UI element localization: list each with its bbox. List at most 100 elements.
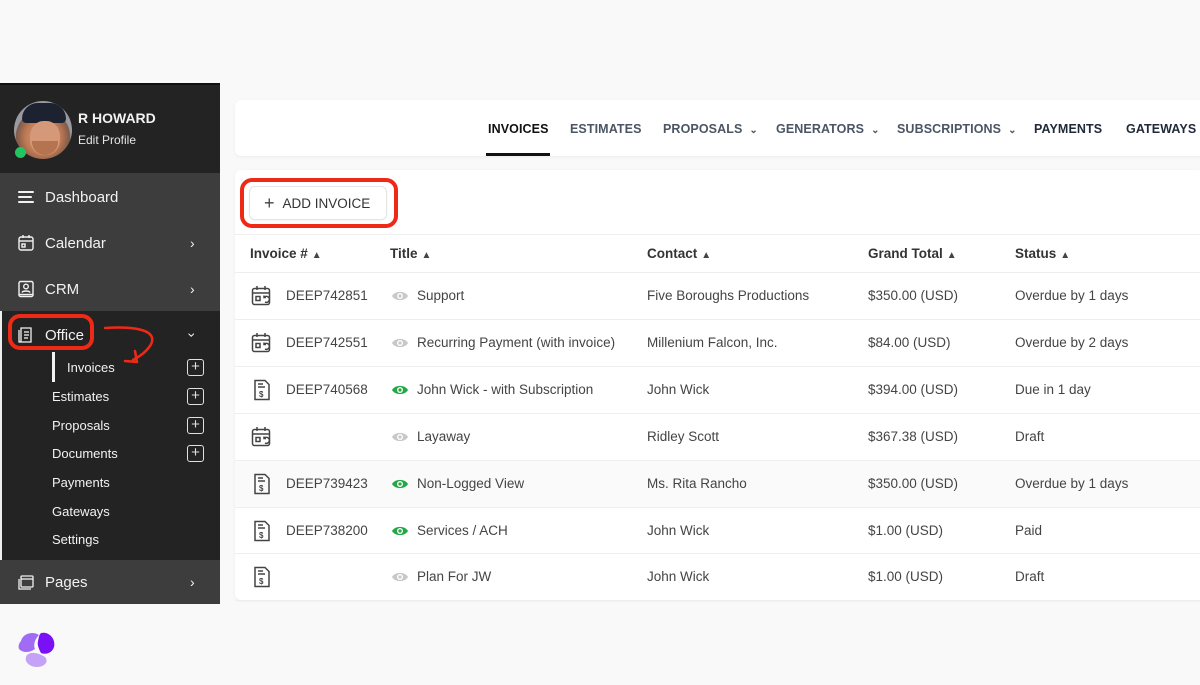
add-document-plus-icon[interactable]: + [187,445,204,462]
table-row[interactable]: $ DEEP740568 John Wick - with Subscription… [235,366,1200,413]
chevron-down-icon: ⌄ [1008,125,1017,136]
title-cell[interactable]: Plan For JW [417,569,491,584]
viewed-eye-icon [392,479,408,489]
title-cell[interactable]: Non-Logged View [417,476,524,491]
column-label: Invoice # [250,246,308,261]
sidebar-item-calendar[interactable]: Calendar › [0,220,220,266]
invoice-dollar-icon: $ [254,520,270,542]
brand-logo-icon [18,632,55,667]
contact-cell: Millenium Falcon, Inc. [647,335,778,350]
invoice-number-cell[interactable]: DEEP740568 [286,382,368,397]
sidebar-item-pages[interactable]: Pages › [0,559,220,605]
table-row[interactable]: $ Plan For JW John Wick $1.00 (USD) Draft [235,553,1200,600]
profile-section[interactable]: R HOWARD Edit Profile [0,85,220,173]
title-cell[interactable]: Support [417,288,464,303]
annotation-arrow-icon [103,326,154,364]
tab-label: SUBSCRIPTIONS [897,122,1002,136]
sort-icon: ▲︎ [701,250,712,261]
title-cell[interactable]: John Wick - with Subscription [417,382,593,397]
sidebar-subitem-estimates[interactable]: Estimates [52,389,109,404]
grand-total-cell: $350.00 (USD) [868,476,959,491]
sidebar-item-dashboard[interactable]: Dashboard [0,174,220,220]
office-highlight-annotation [8,314,94,350]
contact-cell: Ridley Scott [647,429,720,444]
status-cell: Draft [1015,429,1045,444]
pages-window-icon [18,575,34,590]
chevron-down-icon: ⌄ [749,125,758,136]
sort-icon: ▲︎ [946,250,957,261]
column-header-grand-total[interactable]: Grand Total ▲︎ [868,246,957,261]
sidebar-item-label: Calendar [45,234,106,252]
active-indicator [52,352,55,382]
status-cell: Due in 1 day [1015,382,1091,397]
status-cell: Overdue by 1 days [1015,476,1129,491]
table-row[interactable]: DEEP742551 Recurring Payment (with invoic… [235,319,1200,366]
sidebar-subitem-gateways[interactable]: Gateways [52,504,110,519]
invoice-number-cell[interactable]: DEEP739423 [286,476,368,491]
invoice-number-cell[interactable]: DEEP738200 [286,523,368,538]
grand-total-cell: $1.00 (USD) [868,523,944,538]
column-header-title[interactable]: Title ▲︎ [390,246,431,261]
recurring-invoice-icon [251,286,271,306]
tab-estimates[interactable]: ESTIMATES [570,122,642,136]
table-row[interactable]: $ DEEP738200 Services / ACH John Wick $1.00 … [235,507,1200,554]
grand-total-cell: $84.00 (USD) [868,335,951,350]
tab-label: PROPOSALS [663,122,743,136]
viewed-eye-icon [392,526,408,536]
not-viewed-eye-icon [392,338,408,348]
tab-subscriptions[interactable]: SUBSCRIPTIONS ⌄ [897,122,1017,136]
profile-name: R HOWARD [78,110,156,126]
add-invoice-highlight-annotation [240,178,398,228]
sidebar-item-crm[interactable]: CRM › [0,266,220,312]
grand-total-cell: $394.00 (USD) [868,382,959,397]
add-invoice-plus-icon[interactable]: + [187,359,204,376]
tab-gateways[interactable]: GATEWAYS [1126,122,1196,136]
invoice-number-cell[interactable]: DEEP742851 [286,288,368,303]
menu-lines-icon [18,191,34,203]
contact-cell: Five Boroughs Productions [647,288,810,303]
svg-text:$: $ [259,390,264,399]
chevron-right-icon: › [190,281,195,297]
title-cell[interactable]: Services / ACH [417,523,508,538]
sidebar-subitem-proposals[interactable]: Proposals [52,418,110,433]
recurring-invoice-icon [251,427,271,447]
sidebar-subitem-payments[interactable]: Payments [52,475,110,490]
table-row[interactable]: Layaway Ridley Scott $367.38 (USD) Draft [235,413,1200,460]
title-cell[interactable]: Recurring Payment (with invoice) [417,335,615,350]
status-cell: Overdue by 2 days [1015,335,1129,350]
tab-proposals[interactable]: PROPOSALS ⌄ [663,122,758,136]
table-row[interactable]: DEEP742851 Support Five Boroughs Productio… [235,272,1200,319]
column-label: Contact [647,246,698,261]
avatar-cap [22,103,66,123]
sort-icon: ▲︎ [1060,250,1071,261]
tab-generators[interactable]: GENERATORS ⌄ [776,122,880,136]
column-header-invoice-number[interactable]: Invoice # ▲︎ [250,246,322,261]
online-status-dot [15,147,26,158]
sidebar-subitem-documents[interactable]: Documents [52,446,118,461]
invoice-number-cell[interactable]: DEEP742551 [286,335,368,350]
column-header-status[interactable]: Status ▲︎ [1015,246,1070,261]
add-estimate-plus-icon[interactable]: + [187,388,204,405]
svg-text:$: $ [259,577,264,586]
chevron-down-icon: ⌄ [871,125,880,136]
column-header-contact[interactable]: Contact ▲︎ [647,246,711,261]
not-viewed-eye-icon [392,572,408,582]
calendar-icon [18,235,34,251]
sidebar-subitem-settings[interactable]: Settings [52,532,99,547]
column-label: Title [390,246,418,261]
tab-payments[interactable]: PAYMENTS [1034,122,1102,136]
status-cell: Paid [1015,523,1043,538]
table-row[interactable]: $ DEEP739423 Non-Logged View Ms. Rita Ranch… [235,460,1200,507]
sort-icon: ▲︎ [421,250,432,261]
add-proposal-plus-icon[interactable]: + [187,417,204,434]
title-cell[interactable]: Layaway [417,429,470,444]
invoice-dollar-icon: $ [254,379,270,401]
grand-total-cell: $367.38 (USD) [868,429,959,444]
not-viewed-eye-icon [392,291,408,301]
tab-invoices[interactable]: INVOICES [488,122,549,136]
edit-profile-link[interactable]: Edit Profile [78,133,136,147]
not-viewed-eye-icon [392,432,408,442]
grand-total-cell: $350.00 (USD) [868,288,959,303]
chevron-down-icon: › [184,332,201,338]
contact-cell: John Wick [647,382,710,397]
